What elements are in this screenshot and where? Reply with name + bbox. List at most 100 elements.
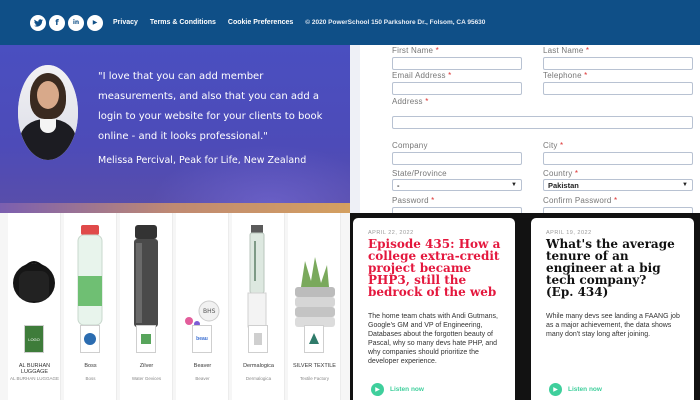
brand-logo [304, 325, 324, 353]
product-subtitle: AL BURHAN LUGGAGE [9, 376, 60, 381]
product-name: Beaver [193, 363, 212, 369]
chevron-down-icon: ▼ [511, 182, 517, 188]
podcast-date: APRIL 22, 2022 [368, 230, 414, 236]
water-bottle-image [77, 225, 103, 326]
testimonial-panel: "I love that you can add member measurem… [0, 45, 350, 213]
address-field: Address * [392, 97, 693, 129]
luggage-bag-image [13, 261, 55, 303]
listen-now-button[interactable]: ▶ Listen now [549, 383, 602, 396]
state-select[interactable]: - ▼ [392, 179, 522, 191]
country-field: Country * Pakistan ▼ [543, 169, 693, 191]
footer-links: Privacy Terms & Conditions Cookie Prefer… [113, 19, 293, 26]
product-card[interactable]: Dermalogica Dermalogica [232, 213, 285, 400]
podcast-description: The home team chats with Andi Gutmans, G… [368, 313, 498, 365]
product-grid: LOGO AL BURHAN LUGGAGE AL BURHAN LUGGAGE… [0, 213, 350, 400]
email-field: Email Address * [392, 71, 522, 95]
privacy-link[interactable]: Privacy [113, 19, 138, 26]
confirm-password-field: Confirm Password * [543, 196, 693, 213]
testimonial-author: Melissa Percival, Peak for Life, New Zea… [98, 155, 307, 166]
city-label: City * [543, 141, 564, 150]
telephone-label: Telephone * [543, 71, 588, 80]
password-field: Password * [392, 196, 522, 213]
brand-logo: beau [192, 325, 212, 353]
address-label: Address * [392, 97, 429, 106]
country-select[interactable]: Pakistan ▼ [543, 179, 693, 191]
signup-form: First Name * Last Name * Email Address *… [350, 45, 700, 213]
copyright-text: © 2020 PowerSchool 150 Parkshore Dr., Fo… [305, 19, 486, 26]
towel-stack-image [295, 257, 335, 327]
first-name-label: First Name * [392, 46, 439, 55]
confirm-password-label: Confirm Password * [543, 196, 618, 205]
product-name: Zilver [139, 363, 154, 369]
skincare-tube-image [247, 225, 267, 328]
company-label: Company [392, 141, 428, 150]
podcast-section: APRIL 22, 2022 Episode 435: How a colleg… [350, 213, 700, 400]
brand-logo [248, 325, 268, 353]
product-card[interactable]: Boss Boss [64, 213, 117, 400]
brand-logo: LOGO [24, 325, 44, 353]
cookie-preferences-link[interactable]: Cookie Preferences [228, 19, 293, 26]
first-name-input[interactable] [392, 57, 522, 70]
testimonial-quote: "I love that you can add member measurem… [98, 71, 323, 142]
company-field: Company [392, 141, 522, 165]
first-name-field: First Name * [392, 46, 522, 70]
product-name: Boss [84, 363, 97, 369]
product-name: SILVER TEXTILE [293, 363, 336, 369]
podcast-card[interactable]: APRIL 19, 2022 What's the average tenure… [531, 218, 694, 400]
play-icon: ▶ [549, 383, 562, 396]
podcast-card[interactable]: APRIL 22, 2022 Episode 435: How a colleg… [353, 218, 515, 400]
background-strip [0, 203, 350, 213]
product-subtitle: Textile Factory [299, 376, 329, 381]
product-subtitle: Boss [85, 376, 96, 381]
state-field: State/Province - ▼ [392, 169, 522, 191]
footer-bar: f in ▶ Privacy Terms & Conditions Cookie… [0, 0, 700, 45]
listen-now-label: Listen now [390, 386, 424, 393]
last-name-label: Last Name * [543, 46, 590, 55]
telephone-input[interactable] [543, 82, 693, 95]
product-name: AL BURHAN LUGGAGE [18, 363, 51, 375]
flask-image [134, 225, 158, 327]
youtube-icon[interactable]: ▶ [87, 14, 103, 31]
product-card[interactable]: LOGO AL BURHAN LUGGAGE AL BURHAN LUGGAGE [8, 213, 61, 400]
password-label: Password * [392, 196, 435, 205]
last-name-input[interactable] [543, 57, 693, 70]
chevron-down-icon: ▼ [682, 182, 688, 188]
country-selected-value: Pakistan [548, 180, 579, 190]
city-input[interactable] [543, 152, 693, 165]
social-links: f in ▶ [30, 14, 103, 31]
listen-now-label: Listen now [568, 386, 602, 393]
company-input[interactable] [392, 152, 522, 165]
state-label: State/Province [392, 169, 447, 178]
podcast-title[interactable]: Episode 435: How a college extra-credit … [368, 238, 508, 298]
email-label: Email Address * [392, 71, 452, 80]
product-name: Dermalogica [243, 363, 274, 369]
product-card[interactable]: Zilver Water Gevices [120, 213, 173, 400]
telephone-field: Telephone * [543, 71, 693, 95]
podcast-description: While many devs see landing a FAANG job … [546, 313, 680, 338]
form-edge-shade [350, 45, 360, 213]
play-icon: ▶ [371, 383, 384, 396]
product-subtitle: Dermalogica [245, 376, 272, 381]
facebook-icon[interactable]: f [49, 14, 65, 31]
linkedin-icon[interactable]: in [68, 14, 84, 31]
product-card[interactable]: BHS beau Beaver Beaver [176, 213, 229, 400]
brand-logo [136, 325, 156, 353]
last-name-field: Last Name * [543, 46, 693, 70]
brand-logo [80, 325, 100, 353]
terms-link[interactable]: Terms & Conditions [150, 19, 216, 26]
product-card[interactable]: SILVER TEXTILE Textile Factory [288, 213, 341, 400]
country-label: Country * [543, 169, 579, 178]
product-subtitle: Beaver [195, 376, 210, 381]
address-input[interactable] [392, 116, 693, 129]
cosmetics-image: BHS [185, 300, 220, 327]
listen-now-button[interactable]: ▶ Listen now [371, 383, 424, 396]
svg-text:BHS: BHS [203, 308, 216, 315]
product-subtitle: Water Gevices [131, 376, 162, 381]
podcast-date: APRIL 19, 2022 [546, 230, 592, 236]
podcast-title[interactable]: What's the average tenure of an engineer… [546, 238, 676, 298]
city-field: City * [543, 141, 693, 165]
avatar [18, 65, 78, 160]
email-input[interactable] [392, 82, 522, 95]
twitter-icon[interactable] [30, 14, 46, 31]
state-selected-value: - [397, 180, 400, 190]
